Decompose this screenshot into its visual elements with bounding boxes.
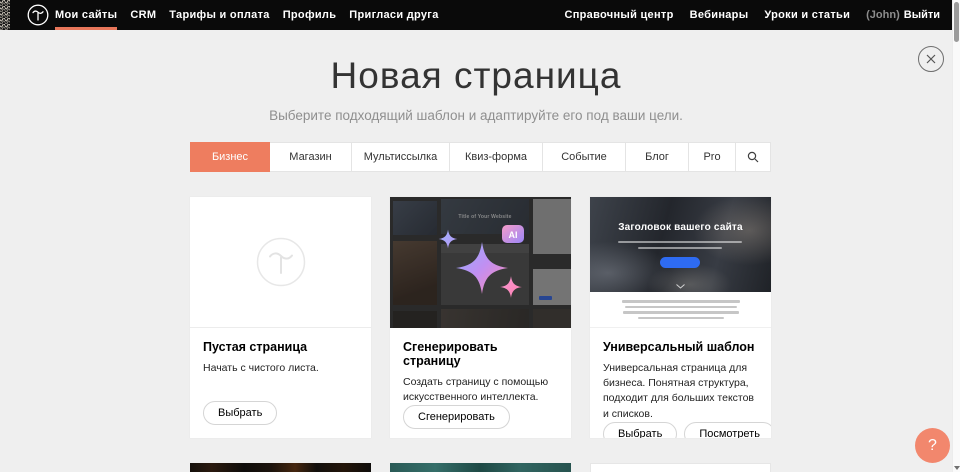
generate-button[interactable]: Сгенерировать [403, 405, 510, 429]
scrollbar-down-arrow-icon[interactable] [954, 466, 960, 470]
nav-item-my-sites[interactable]: Мои сайты [55, 0, 117, 30]
topbar: Мои сайты CRM Тарифы и оплата Профиль Пр… [0, 0, 952, 30]
paragraph-line [623, 311, 739, 314]
tilda-watermark-icon [256, 237, 306, 287]
nav-item-webinars[interactable]: Вебинары [690, 0, 749, 30]
card-generate-ai[interactable]: Title of Your Website [390, 197, 571, 438]
hero-text-line [618, 241, 742, 243]
template-text-block [590, 292, 771, 328]
user-logout[interactable]: (John) Выйти [866, 0, 940, 30]
paragraph-line [638, 317, 724, 320]
tab-pro[interactable]: Pro [689, 142, 736, 172]
next-templates-row [190, 463, 771, 472]
page-subtitle: Выберите подходящий шаблон и адаптируйте… [0, 108, 952, 123]
card-title: Пустая страница [203, 340, 358, 354]
svg-text:AI: AI [509, 230, 518, 240]
new-page-modal: Мои сайты CRM Тарифы и оплата Профиль Пр… [0, 0, 960, 472]
nav-item-plans[interactable]: Тарифы и оплата [169, 0, 269, 30]
paragraph-line [622, 300, 740, 303]
tab-blog[interactable]: Блог [626, 142, 689, 172]
tab-quiz-form[interactable]: Квиз-форма [450, 142, 543, 172]
tab-business[interactable]: Бизнес [190, 142, 270, 172]
nav-item-help-center[interactable]: Справочный центр [564, 0, 673, 30]
question-mark-icon: ? [928, 437, 937, 455]
tab-search[interactable] [736, 142, 771, 172]
page-title: Новая страница [0, 55, 952, 97]
view-button[interactable]: Посмотреть [684, 422, 771, 438]
ai-sparkle-icon: AI [426, 222, 538, 306]
help-button[interactable]: ? [915, 428, 950, 463]
tilda-logo-icon[interactable] [27, 4, 49, 26]
texture-pattern [0, 0, 10, 30]
nav-item-lessons[interactable]: Уроки и статьи [764, 0, 850, 30]
hero-blue-button [660, 257, 700, 268]
card-title: Универсальный шаблон [603, 340, 758, 354]
logout-link[interactable]: Выйти [904, 9, 940, 21]
nav-item-crm[interactable]: CRM [130, 0, 156, 30]
tab-multilink[interactable]: Мультиссылка [352, 142, 450, 172]
card-description: Универсальная страница для бизнеса. Поня… [603, 361, 758, 422]
card-actions: Сгенерировать [403, 405, 558, 429]
nav-item-invite-friend[interactable]: Пригласи друга [349, 0, 438, 30]
scrollbar[interactable] [952, 0, 960, 472]
topbar-left-nav: Мои сайты CRM Тарифы и оплата Профиль Пр… [55, 0, 439, 30]
card-universal-template[interactable]: Заголовок вашего сайта [590, 197, 771, 438]
blank-page-preview[interactable] [190, 197, 371, 328]
template-card-partial[interactable] [390, 463, 571, 472]
ai-badge: AI [502, 225, 524, 243]
universal-template-preview[interactable]: Заголовок вашего сайта [590, 197, 771, 328]
template-hero-heading: Заголовок вашего сайта [590, 222, 771, 233]
modal-content: Новая страница Выберите подходящий шабло… [0, 30, 952, 472]
search-icon [747, 151, 759, 163]
template-cards-row: Пустая страница Начать с чистого листа. … [190, 197, 771, 438]
template-card-partial[interactable] [590, 463, 771, 472]
ai-preview-collage[interactable]: Title of Your Website [390, 197, 571, 328]
scrollbar-thumb[interactable] [954, 2, 959, 42]
nav-item-profile[interactable]: Профиль [283, 0, 337, 30]
choose-button[interactable]: Выбрать [203, 401, 277, 425]
template-category-tabs: Бизнес Магазин Мультиссылка Квиз-форма С… [190, 142, 771, 172]
card-body: Универсальный шаблон Универсальная стран… [590, 328, 771, 438]
topbar-right-nav: Справочный центр Вебинары Уроки и статьи… [564, 0, 940, 30]
card-actions: Выбрать Посмотреть [603, 422, 758, 438]
user-name: (John) [866, 9, 900, 21]
card-title: Сгенерировать страницу [403, 340, 558, 368]
choose-button[interactable]: Выбрать [603, 422, 677, 438]
tab-store[interactable]: Магазин [270, 142, 352, 172]
card-blank-page[interactable]: Пустая страница Начать с чистого листа. … [190, 197, 371, 438]
tab-event[interactable]: Событие [543, 142, 626, 172]
card-actions: Выбрать [203, 401, 358, 425]
hero-text-line [638, 247, 722, 249]
card-description: Создать страницу с помощью искусственног… [403, 375, 558, 405]
template-hero: Заголовок вашего сайта [590, 197, 771, 292]
template-card-partial[interactable] [190, 463, 371, 472]
paragraph-line [625, 306, 737, 309]
card-description: Начать с чистого листа. [203, 361, 358, 376]
card-body: Сгенерировать страницу Создать страницу … [390, 328, 571, 438]
chevron-down-icon [676, 284, 685, 289]
card-body: Пустая страница Начать с чистого листа. … [190, 328, 371, 438]
